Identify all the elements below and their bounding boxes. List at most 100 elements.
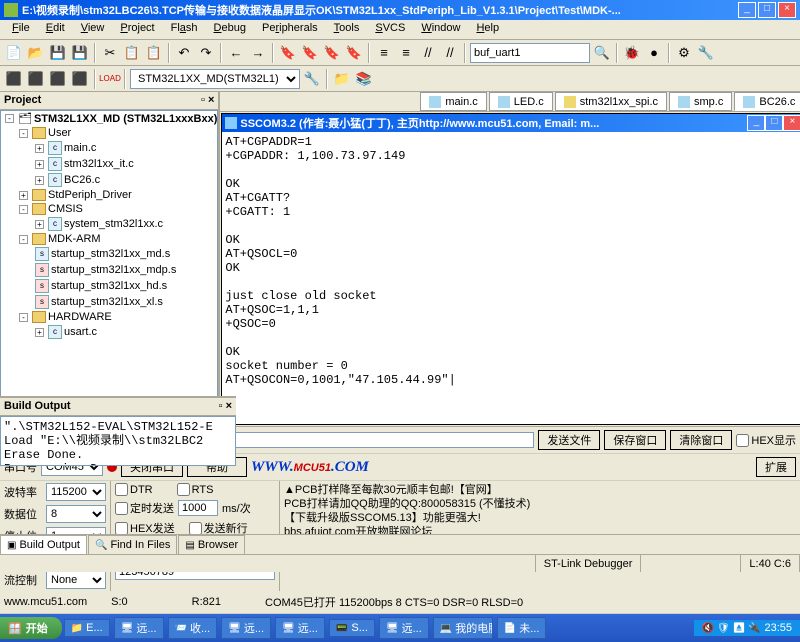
tools-icon[interactable]: 🔧 (696, 43, 716, 63)
nav-fwd-icon[interactable]: → (248, 43, 268, 63)
build-icon[interactable]: ⬛ (4, 69, 24, 89)
menu-debug[interactable]: Debug (206, 20, 254, 39)
find-icon[interactable]: 🔍 (592, 43, 612, 63)
serial-output[interactable]: AT+CGPADDR=1 +CGPADDR: 1,100.73.97.149 O… (222, 132, 800, 424)
uncomment-icon[interactable]: // (440, 43, 460, 63)
build-output[interactable]: ".\STM32L152-EVAL\STM32L152-E Load "E:\\… (0, 416, 236, 466)
paste-icon[interactable]: 📋 (144, 43, 164, 63)
start-button[interactable]: 🪟 开始 (0, 617, 62, 639)
taskbar: 🪟 开始 📁E... 🖥远... 📨收... 🖥远... 🖥远... 📟S...… (0, 614, 800, 642)
menu-view[interactable]: View (73, 20, 113, 39)
task-4[interactable]: 🖥远... (221, 617, 271, 639)
sscom-min[interactable]: _ (747, 115, 765, 131)
task-2[interactable]: 🖥远... (114, 617, 164, 639)
menu-help[interactable]: Help (468, 20, 507, 39)
flow-combo[interactable]: None (46, 571, 106, 589)
copy-icon[interactable]: 📋 (122, 43, 142, 63)
menu-file[interactable]: File (4, 20, 38, 39)
download-icon[interactable]: LOAD (100, 69, 120, 89)
target-combo[interactable]: STM32L1XX_MD(STM32L1) (130, 69, 300, 89)
send-file-button[interactable]: 发送文件 (538, 430, 600, 450)
menu-window[interactable]: Window (413, 20, 468, 39)
rts-check[interactable] (177, 483, 190, 496)
panel-close-icon[interactable]: ▫ × (201, 94, 214, 107)
interval-input[interactable] (178, 500, 218, 516)
books-icon[interactable]: 📚 (354, 69, 374, 89)
app-icon (4, 3, 18, 17)
batch-icon[interactable]: ⬛ (70, 69, 90, 89)
menu-edit[interactable]: Edit (38, 20, 73, 39)
find-combo[interactable] (470, 43, 590, 63)
sscom-max[interactable]: □ (765, 115, 783, 131)
options-icon[interactable]: 🔧 (302, 69, 322, 89)
build-close-icon[interactable]: ▫ × (219, 400, 232, 413)
breakpoint-icon[interactable]: ● (644, 43, 664, 63)
toolbar-1: 📄 📂 💾 💾 ✂ 📋 📋 ↶ ↷ ← → 🔖 🔖 🔖 🔖 ≡ ≡ // // … (0, 40, 800, 66)
redo-icon[interactable]: ↷ (196, 43, 216, 63)
menu-project[interactable]: Project (112, 20, 162, 39)
buildall-icon[interactable]: ⬛ (48, 69, 68, 89)
menu-tools[interactable]: Tools (326, 20, 368, 39)
task-7[interactable]: 🖥远... (379, 617, 429, 639)
tab-find-in-files[interactable]: 🔍 Find In Files (88, 535, 177, 554)
maximize-button[interactable]: □ (758, 2, 776, 18)
minimize-button[interactable]: _ (738, 2, 756, 18)
clear-window-button[interactable]: 清除窗口 (670, 430, 732, 450)
menubar: File Edit View Project Flash Debug Perip… (0, 20, 800, 40)
saveall-icon[interactable]: 💾 (70, 43, 90, 63)
undo-icon[interactable]: ↶ (174, 43, 194, 63)
bookmark3-icon[interactable]: 🔖 (322, 43, 342, 63)
debug-icon[interactable]: 🐞 (622, 43, 642, 63)
task-8[interactable]: 💻我的电脑 (433, 617, 493, 639)
menu-svcs[interactable]: SVCS (367, 20, 413, 39)
outdent-icon[interactable]: ≡ (396, 43, 416, 63)
sscom-titlebar[interactable]: SSCOM3.2 (作者:聂小猛(丁丁), 主页http://www.mcu51… (222, 114, 800, 132)
project-panel-title: Project▫ × (0, 92, 218, 110)
hex-display-check[interactable] (736, 434, 749, 447)
nav-back-icon[interactable]: ← (226, 43, 246, 63)
timed-send-check[interactable] (115, 502, 128, 515)
tab-bc26[interactable]: BC26.c (734, 92, 800, 111)
cut-icon[interactable]: ✂ (100, 43, 120, 63)
tab-browser[interactable]: ▤ Browser (178, 535, 245, 554)
bookmark4-icon[interactable]: 🔖 (344, 43, 364, 63)
indent-icon[interactable]: ≡ (374, 43, 394, 63)
tab-main[interactable]: main.c (420, 92, 486, 111)
task-5[interactable]: 🖥远... (275, 617, 325, 639)
new-icon[interactable]: 📄 (4, 43, 24, 63)
bottom-tabs: ▣ Build Output 🔍 Find In Files ▤ Browser (0, 534, 800, 554)
sscom-close[interactable]: × (783, 115, 800, 131)
expand-button[interactable]: 扩展 (756, 457, 796, 477)
task-9[interactable]: 📄未... (497, 617, 547, 639)
task-3[interactable]: 📨收... (168, 617, 218, 639)
rebuild-icon[interactable]: ⬛ (26, 69, 46, 89)
open-icon[interactable]: 📂 (26, 43, 46, 63)
task-1[interactable]: 📁E... (64, 619, 110, 637)
save-icon[interactable]: 💾 (48, 43, 68, 63)
baud-combo[interactable]: 115200 (46, 483, 106, 501)
toolbar-2: ⬛ ⬛ ⬛ ⬛ LOAD STM32L1XX_MD(STM32L1) 🔧 📁 📚 (0, 66, 800, 92)
menu-peripherals[interactable]: Peripherals (254, 20, 326, 39)
databits-combo[interactable]: 8 (46, 505, 106, 523)
comment-icon[interactable]: // (418, 43, 438, 63)
config-icon[interactable]: ⚙ (674, 43, 694, 63)
dtr-check[interactable] (115, 483, 128, 496)
tab-spi[interactable]: stm32l1xx_spi.c (555, 92, 667, 111)
site-label: www.mcu51.com (4, 596, 87, 608)
sscom-icon (225, 117, 237, 129)
send-newline-check[interactable] (189, 522, 202, 535)
bookmark2-icon[interactable]: 🔖 (300, 43, 320, 63)
tab-smp[interactable]: smp.c (669, 92, 732, 111)
task-6[interactable]: 📟S... (329, 619, 375, 637)
project-tree[interactable]: -🗂 STM32L1XX_MD (STM32L1xxxBxx) - User +… (0, 110, 218, 406)
systray[interactable]: 🔇 🛡 ⏏ 🔌 23:55 (694, 620, 800, 636)
save-window-button[interactable]: 保存窗口 (604, 430, 666, 450)
build-panel-title: Build Output▫ × (0, 398, 236, 416)
menu-flash[interactable]: Flash (163, 20, 206, 39)
manage-icon[interactable]: 📁 (332, 69, 352, 89)
close-button[interactable]: × (778, 2, 796, 18)
tab-build-output[interactable]: ▣ Build Output (0, 535, 87, 554)
tab-led[interactable]: LED.c (489, 92, 553, 111)
bookmark-icon[interactable]: 🔖 (278, 43, 298, 63)
hex-send-check[interactable] (115, 522, 128, 535)
